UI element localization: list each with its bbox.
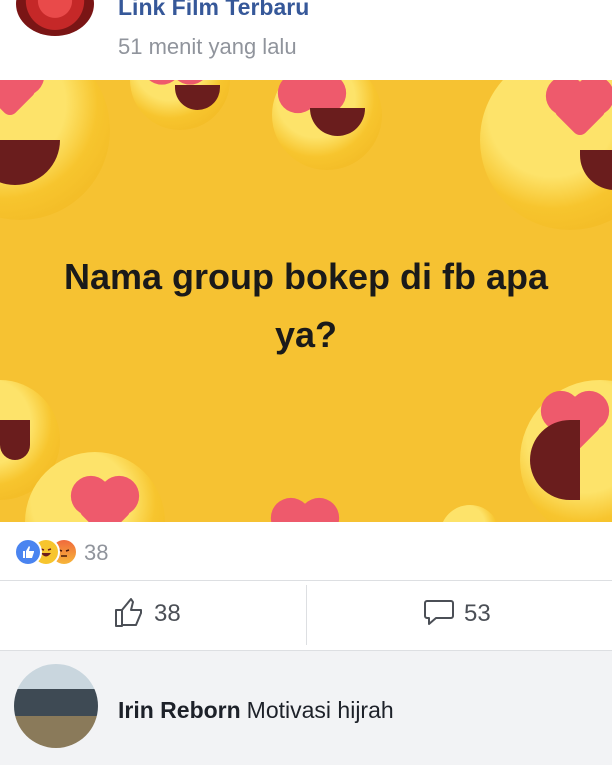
image-text-line: Nama group bokep di fb apa	[63, 256, 549, 297]
post-timestamp[interactable]: 51 menit yang lalu	[118, 34, 297, 60]
like-reaction-icon	[14, 538, 42, 566]
emoji-decoration	[0, 80, 110, 220]
page-avatar[interactable]	[16, 0, 94, 36]
reaction-count[interactable]: 38	[84, 540, 108, 566]
post-image-text: Nama group bokep di fb apa ya?	[20, 248, 592, 364]
like-count: 38	[154, 600, 181, 627]
image-text-line: ya?	[274, 314, 338, 355]
emoji-decoration	[130, 80, 230, 130]
comment-count: 53	[464, 600, 491, 627]
emoji-decoration	[520, 380, 612, 522]
post-image[interactable]: Nama group bokep di fb apa ya?	[0, 80, 612, 522]
like-button[interactable]: 38	[112, 596, 181, 632]
comment-body: Motivasi hijrah	[246, 697, 394, 723]
page-name-link[interactable]: Link Film Terbaru	[118, 0, 309, 21]
post-header: Link Film Terbaru 51 menit yang lalu	[0, 0, 612, 80]
emoji-decoration	[480, 80, 612, 230]
heart-decoration	[283, 503, 327, 522]
comment-button[interactable]: 53	[422, 596, 491, 632]
comment-author-link[interactable]: Irin Reborn	[118, 697, 241, 723]
emoji-decoration	[272, 80, 382, 170]
actions-divider	[306, 585, 307, 645]
commenter-avatar[interactable]	[14, 664, 98, 748]
emoji-decoration	[440, 505, 500, 522]
comment-bubble-icon	[422, 595, 456, 634]
comment-text: Irin Reborn Motivasi hijrah	[118, 697, 394, 724]
thumbs-up-icon	[112, 595, 146, 634]
